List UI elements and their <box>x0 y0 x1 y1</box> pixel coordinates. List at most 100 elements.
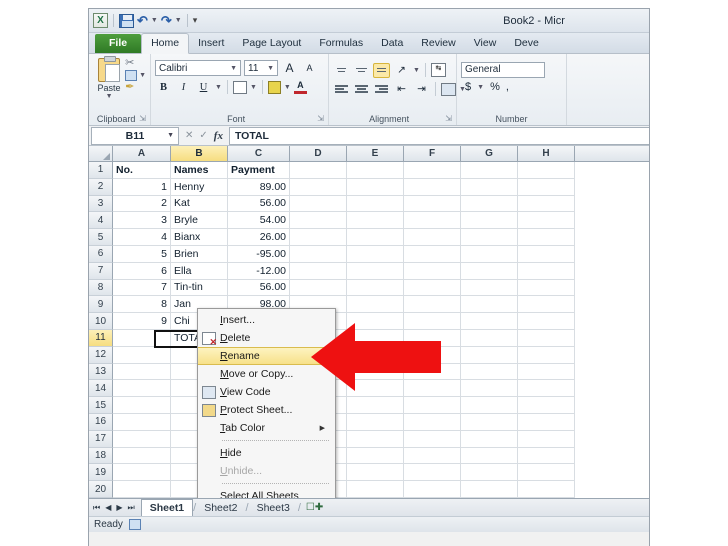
cell-E1[interactable] <box>347 162 404 179</box>
cell-D3[interactable] <box>290 195 347 213</box>
row-header-10[interactable]: 10 <box>89 313 113 330</box>
underline-button[interactable]: U <box>195 79 212 95</box>
cell-H3[interactable] <box>518 195 575 213</box>
underline-dropdown-icon[interactable]: ▼ <box>215 84 222 91</box>
row-header-9[interactable]: 9 <box>89 296 113 314</box>
cell-C6[interactable]: -95.00 <box>228 245 290 263</box>
cell-F3[interactable] <box>404 195 461 213</box>
cell-A18[interactable] <box>113 447 171 465</box>
borders-dropdown-icon[interactable]: ▼ <box>250 84 257 91</box>
cell-E5[interactable] <box>347 229 404 246</box>
cell-G8[interactable] <box>461 279 518 297</box>
row-header-1[interactable]: 1 <box>89 162 113 179</box>
cell-E14[interactable] <box>347 380 404 398</box>
cell-F13[interactable] <box>404 363 461 381</box>
customize-qat-icon[interactable]: ▾ <box>193 15 198 26</box>
cell-F10[interactable] <box>404 313 461 330</box>
formula-input[interactable]: TOTAL <box>228 126 649 145</box>
cell-A17[interactable] <box>113 430 171 448</box>
cell-E3[interactable] <box>347 195 404 213</box>
worksheet-grid[interactable]: ABCDEFGH 1 No. Names Payment 2 1 Henny 89.00 3 2 K… <box>89 146 649 498</box>
insert-worksheet-icon[interactable]: ☐✚ <box>301 502 328 513</box>
undo-icon[interactable]: ↶ <box>137 14 148 27</box>
cell-G2[interactable] <box>461 178 518 196</box>
tab-page-layout[interactable]: Page Layout <box>233 34 310 53</box>
cell-F7[interactable] <box>404 262 461 280</box>
tab-developer[interactable]: Deve <box>505 34 548 53</box>
cell-B3[interactable]: Kat <box>171 195 228 213</box>
cell-F6[interactable] <box>404 245 461 263</box>
cell-H14[interactable] <box>518 380 575 398</box>
column-header-f[interactable]: F <box>404 146 461 161</box>
cell-A1[interactable]: No. <box>113 162 171 179</box>
cell-F15[interactable] <box>404 397 461 414</box>
cell-D4[interactable] <box>290 212 347 230</box>
increase-font-size-icon[interactable]: A <box>281 60 298 76</box>
row-header-17[interactable]: 17 <box>89 430 113 448</box>
cell-F4[interactable] <box>404 212 461 230</box>
row-header-14[interactable]: 14 <box>89 380 113 398</box>
cell-A20[interactable] <box>113 481 171 498</box>
cell-E17[interactable] <box>347 430 404 448</box>
cell-G4[interactable] <box>461 212 518 230</box>
borders-icon[interactable] <box>232 80 247 94</box>
cell-H7[interactable] <box>518 262 575 280</box>
cell-H12[interactable] <box>518 346 575 364</box>
align-center-icon[interactable] <box>353 82 370 97</box>
column-header-g[interactable]: G <box>461 146 518 161</box>
cell-D6[interactable] <box>290 245 347 263</box>
cell-H11[interactable] <box>518 329 575 347</box>
cell-H9[interactable] <box>518 296 575 314</box>
cell-E16[interactable] <box>347 413 404 431</box>
tab-file[interactable]: File <box>95 34 142 53</box>
cell-A15[interactable] <box>113 397 171 414</box>
column-header-h[interactable]: H <box>518 146 575 161</box>
redo-dropdown-icon[interactable]: ▼ <box>175 17 182 24</box>
cell-C1[interactable]: Payment <box>228 162 290 179</box>
row-header-13[interactable]: 13 <box>89 363 113 381</box>
cell-C7[interactable]: -12.00 <box>228 262 290 280</box>
row-header-11[interactable]: 11 <box>89 329 113 347</box>
cell-A7[interactable]: 6 <box>113 262 171 280</box>
redo-icon[interactable]: ↷ <box>161 14 172 27</box>
cell-H6[interactable] <box>518 245 575 263</box>
cell-G12[interactable] <box>461 346 518 364</box>
cell-E7[interactable] <box>347 262 404 280</box>
cell-D8[interactable] <box>290 279 347 297</box>
save-icon[interactable] <box>119 13 134 28</box>
tab-review[interactable]: Review <box>412 34 464 53</box>
cell-F5[interactable] <box>404 229 461 246</box>
cell-H18[interactable] <box>518 447 575 465</box>
cell-B8[interactable]: Tin-tin <box>171 279 228 297</box>
column-header-e[interactable]: E <box>347 146 404 161</box>
cell-A14[interactable] <box>113 380 171 398</box>
cell-G7[interactable] <box>461 262 518 280</box>
cell-G14[interactable] <box>461 380 518 398</box>
sheet-tab-sheet3[interactable]: Sheet3 <box>249 500 298 516</box>
cell-G1[interactable] <box>461 162 518 179</box>
fill-color-dropdown-icon[interactable]: ▼ <box>284 84 291 91</box>
menu-item-protect-sheet[interactable]: Protect Sheet... <box>198 401 335 419</box>
bold-button[interactable]: B <box>155 79 172 95</box>
orientation-icon[interactable]: ↗ <box>393 62 410 78</box>
copy-icon[interactable] <box>125 70 138 81</box>
menu-item-tab-color[interactable]: Tab Color ▶ <box>198 419 335 437</box>
cell-H5[interactable] <box>518 229 575 246</box>
italic-button[interactable]: I <box>175 79 192 95</box>
cell-A12[interactable] <box>113 346 171 364</box>
tab-formulas[interactable]: Formulas <box>310 34 372 53</box>
cell-A4[interactable]: 3 <box>113 212 171 230</box>
name-box-dropdown-icon[interactable]: ▼ <box>167 132 174 139</box>
cancel-entry-icon[interactable]: ✕ <box>185 130 193 141</box>
column-header-d[interactable]: D <box>290 146 347 161</box>
font-name-input[interactable]: Calibri ▼ <box>155 60 241 76</box>
fill-color-icon[interactable] <box>267 80 281 94</box>
cell-F20[interactable] <box>404 481 461 498</box>
paste-dropdown-icon[interactable]: ▼ <box>106 93 113 100</box>
cell-E18[interactable] <box>347 447 404 465</box>
menu-item-hide[interactable]: Hide <box>198 444 335 462</box>
cell-G11[interactable] <box>461 329 518 347</box>
cell-C5[interactable]: 26.00 <box>228 229 290 246</box>
cell-H19[interactable] <box>518 464 575 482</box>
align-bottom-icon[interactable] <box>373 62 390 78</box>
